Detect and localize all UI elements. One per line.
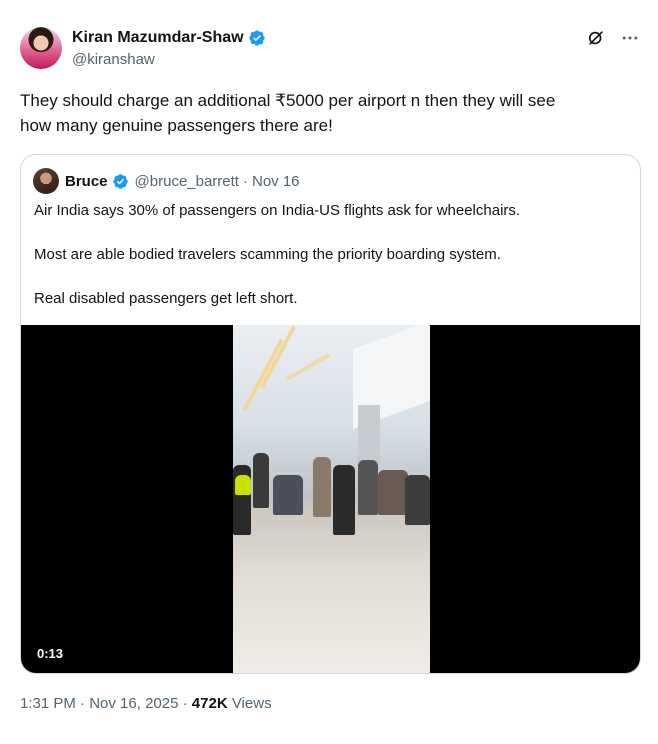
tweet-date[interactable]: Nov 16, 2025 [89,695,178,712]
author-name-row[interactable]: Kiran Mazumdar-Shaw [72,28,266,48]
author-block: Kiran Mazumdar-Shaw @kiranshaw [72,28,266,70]
video-duration: 0:13 [37,646,64,661]
tweet-text: They should charge an additional ₹5000 p… [20,88,640,138]
quoted-author-name[interactable]: Bruce [65,173,108,190]
video-thumbnail [233,325,430,673]
more-icon[interactable] [620,28,640,48]
views-label: Views [231,695,272,712]
video-player[interactable]: 0:13 [21,325,640,673]
crowd-figure [233,445,430,535]
verified-badge-icon [112,173,128,189]
tweet-actions-top [586,28,640,48]
tweet: Kiran Mazumdar-Shaw @kiranshaw They shou… [0,0,658,744]
quoted-paragraph: Real disabled passengers get left short. [34,290,298,307]
meta-separator: · [182,695,188,712]
meta-separator: · [80,695,86,712]
quoted-author-handle[interactable]: @bruce_barrett [135,173,239,190]
tweet-time[interactable]: 1:31 PM [20,695,76,712]
grok-icon[interactable] [586,28,606,48]
meta-separator: · [242,172,248,190]
quoted-tweet[interactable]: Bruce @bruce_barrett · Nov 16 Air India … [20,154,641,674]
author-name[interactable]: Kiran Mazumdar-Shaw [72,28,244,48]
quoted-tweet-text: Air India says 30% of passengers on Indi… [34,201,629,333]
quoted-author-avatar[interactable] [33,168,59,194]
quoted-tweet-header: Bruce @bruce_barrett · Nov 16 [33,168,300,194]
author-avatar[interactable] [20,27,62,69]
verified-badge-icon [248,30,265,46]
views-count[interactable]: 472K [192,695,228,712]
quoted-paragraph: Most are able bodied travelers scamming … [34,246,501,263]
quoted-tweet-date[interactable]: Nov 16 [252,173,300,190]
tweet-text-line: They should charge an additional ₹5000 p… [20,91,556,110]
tweet-text-line: how many genuine passengers there are! [20,116,333,135]
quoted-paragraph: Air India says 30% of passengers on Indi… [34,202,521,219]
tweet-footer: 1:31 PM · Nov 16, 2025 · 472K Views [20,694,272,714]
author-handle[interactable]: @kiranshaw [72,50,266,70]
